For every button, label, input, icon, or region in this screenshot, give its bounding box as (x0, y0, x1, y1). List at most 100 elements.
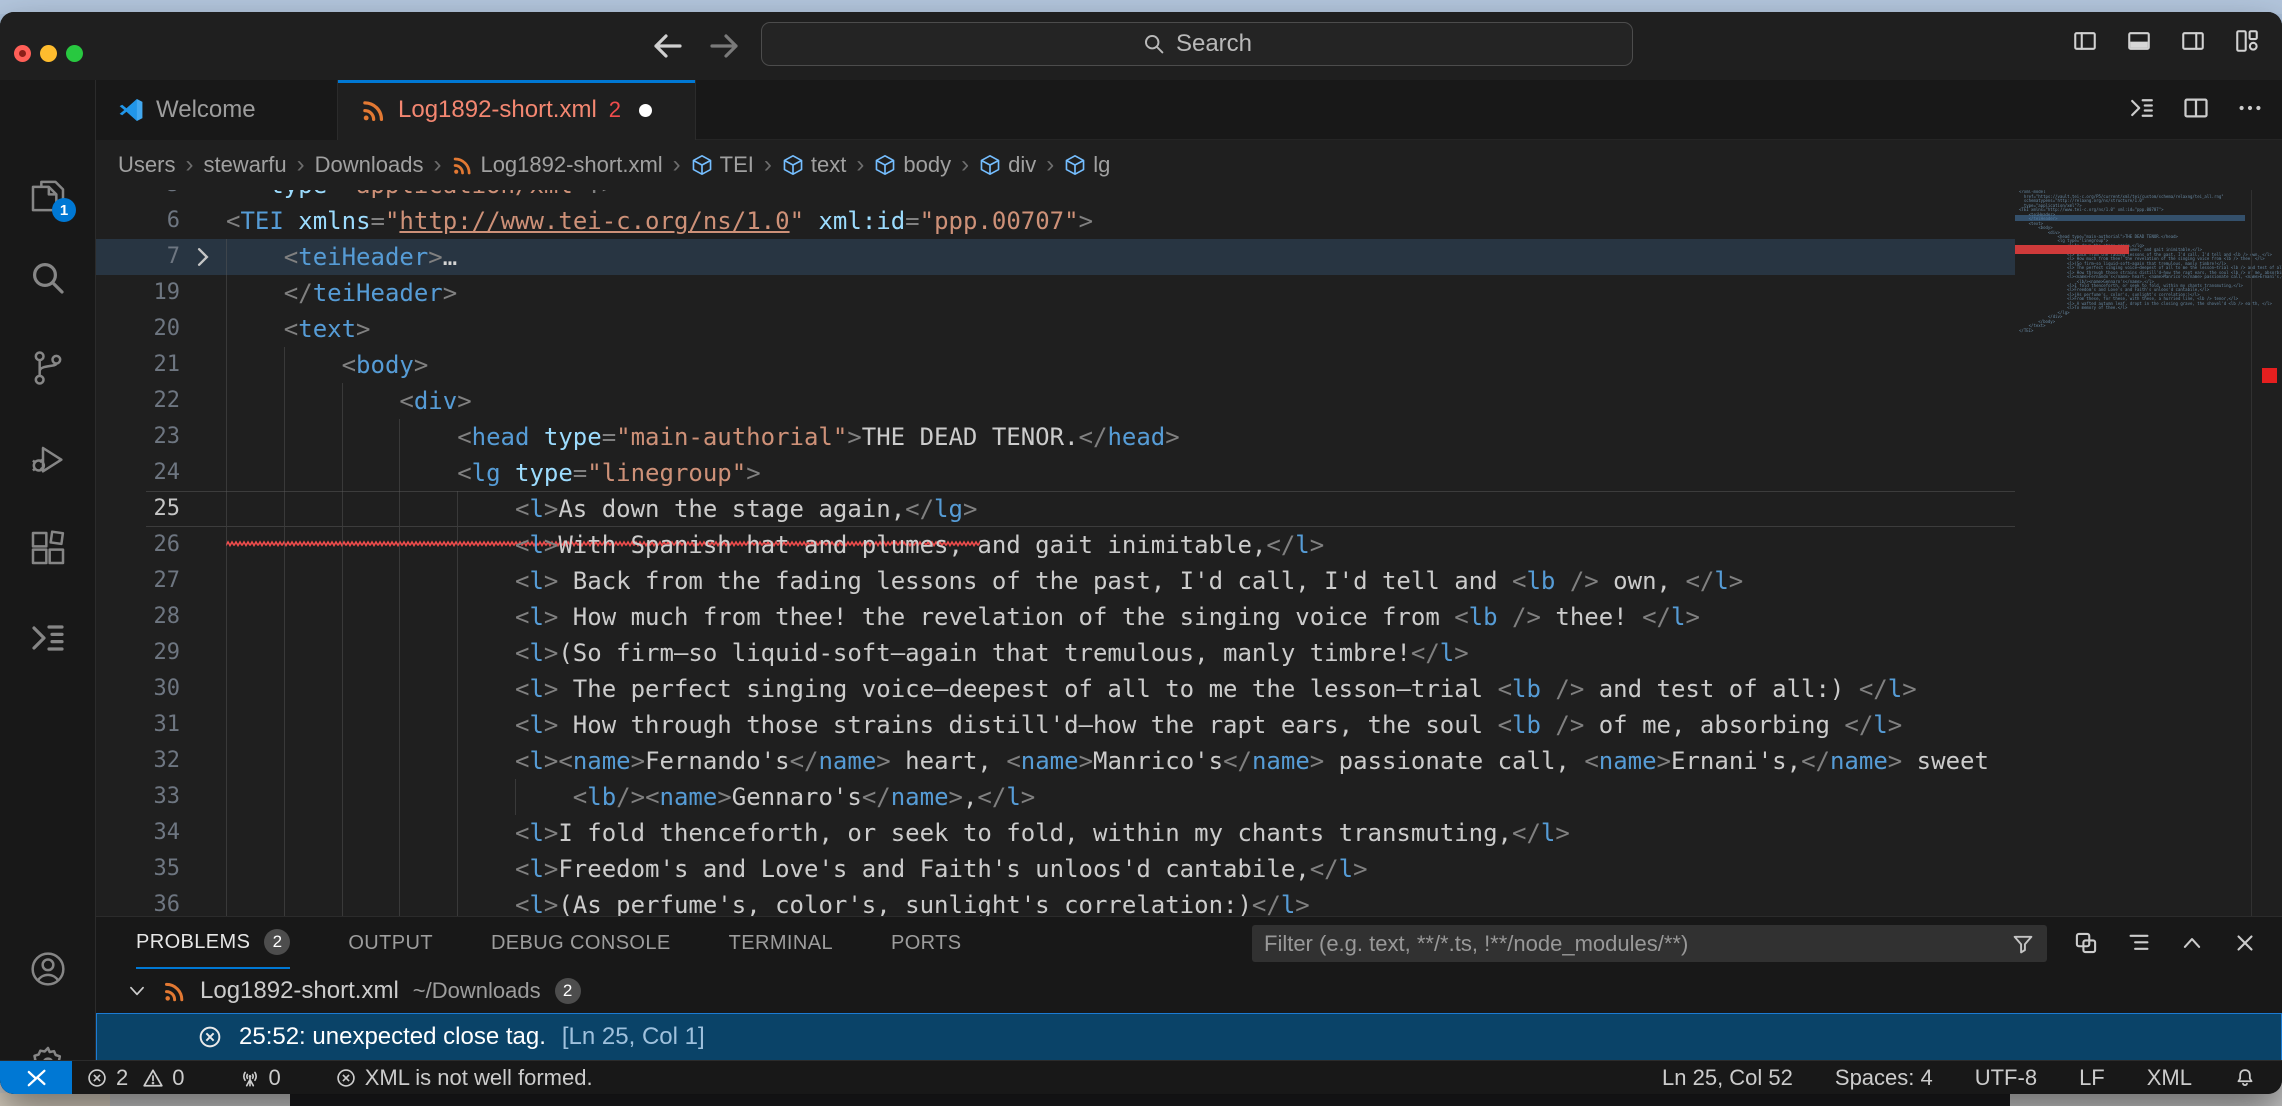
filter-icon[interactable] (2011, 932, 2035, 956)
indent-icon[interactable] (2128, 94, 2156, 122)
code-line-33[interactable]: 33<lb/><name>Gennaro's</name>,</l> (96, 779, 2015, 815)
sidebar-item-run-debug[interactable] (28, 438, 68, 478)
panel-tab-output[interactable]: OUTPUT (348, 917, 433, 969)
line-number-21[interactable]: 21 (96, 347, 180, 383)
code-line-21[interactable]: 21<body> (96, 347, 2015, 383)
toggle-secondary-sidebar-button[interactable] (2180, 28, 2206, 54)
sidebar-item-xml-tools[interactable] (28, 618, 68, 658)
sidebar-item-explorer[interactable]: 1 (28, 176, 68, 216)
line-number-34[interactable]: 34 (96, 815, 180, 851)
zoom-window-button[interactable] (66, 45, 83, 62)
status-problems-item[interactable]: 2 (86, 1061, 128, 1094)
breadcrumb-item-div[interactable]: div (979, 152, 1036, 178)
minimize-window-button[interactable] (40, 45, 57, 62)
breadcrumb-item-text[interactable]: text (782, 152, 846, 178)
status-eol[interactable]: LF (2079, 1061, 2105, 1094)
code-line-7[interactable]: 7<teiHeader>… (96, 239, 2015, 275)
sidebar-item-extensions[interactable] (28, 528, 68, 568)
status-xml-wellformed-item[interactable]: XML is not well formed. (335, 1061, 593, 1094)
line-number-35[interactable]: 35 (96, 851, 180, 887)
code-line-26[interactable]: 26<l>With Spanish hat and plumes, and ga… (96, 527, 2015, 563)
sidebar-item-accounts[interactable] (28, 949, 68, 989)
minimap[interactable]: <?xml version="1.0" encoding="UTF-8"?> <… (2015, 190, 2251, 916)
remote-indicator[interactable] (0, 1061, 72, 1094)
breadcrumb-item-stewarfu[interactable]: stewarfu (203, 152, 286, 178)
code-line-29[interactable]: 29<l>(So firm—so liquid-soft—again that … (96, 635, 2015, 671)
line-number-24[interactable]: 24 (96, 455, 180, 491)
status-notifications[interactable] (2234, 1061, 2256, 1094)
line-number-31[interactable]: 31 (96, 707, 180, 743)
more-actions-button[interactable] (2236, 94, 2264, 122)
breadcrumb-item-log1892-short-xml[interactable]: Log1892-short.xml (451, 152, 662, 178)
panel-tab-debug-console[interactable]: DEBUG CONSOLE (491, 917, 671, 969)
code-line-25[interactable]: 25<l>As down the stage again,</lg> (96, 491, 2015, 527)
status-cursor-position[interactable]: Ln 25, Col 52 (1662, 1061, 1793, 1094)
titlebar[interactable]: Search (0, 12, 2282, 80)
split-editor-button[interactable] (2182, 94, 2210, 122)
line-number-20[interactable]: 20 (96, 311, 180, 347)
code-line-27[interactable]: 27<l> Back from the fading lessons of th… (96, 563, 2015, 599)
line-number-7[interactable]: 7 (96, 239, 180, 275)
code-line-36[interactable]: 36<l>(As perfume's, color's, sunlight's … (96, 887, 2015, 916)
close-panel-button[interactable] (2232, 930, 2258, 956)
line-number-29[interactable]: 29 (96, 635, 180, 671)
tab-welcome[interactable]: Welcome (96, 80, 338, 140)
line-number-27[interactable]: 27 (96, 563, 180, 599)
line-number-33[interactable]: 33 (96, 779, 180, 815)
code-line-30[interactable]: 30<l> The perfect singing voice—deepest … (96, 671, 2015, 707)
problems-file-row[interactable]: Log1892-short.xml ~/Downloads 2 (96, 969, 2282, 1013)
maximize-panel-button[interactable] (2179, 930, 2205, 956)
view-as-table-button[interactable] (2073, 930, 2099, 956)
sidebar-item-search[interactable] (28, 258, 68, 298)
code-line-35[interactable]: 35<l>Freedom's and Love's and Faith's un… (96, 851, 2015, 887)
panel-tab-ports[interactable]: PORTS (891, 917, 962, 969)
go-forward-button[interactable] (704, 26, 744, 66)
close-window-button[interactable] (14, 45, 31, 62)
status-problems-item[interactable]: 0 (142, 1061, 184, 1094)
line-number-30[interactable]: 30 (96, 671, 180, 707)
sidebar-item-source-control[interactable] (28, 348, 68, 388)
line-number-28[interactable]: 28 (96, 599, 180, 635)
go-back-button[interactable] (648, 26, 688, 66)
code-line-22[interactable]: 22<div> (96, 383, 2015, 419)
modified-indicator-dot[interactable] (639, 104, 652, 117)
code-line-24[interactable]: 24<lg type="linegroup"> (96, 455, 2015, 491)
chevron-down-icon[interactable] (126, 980, 148, 1002)
breadcrumb-item-body[interactable]: body (874, 152, 951, 178)
overview-ruler[interactable] (2251, 190, 2282, 916)
line-number-5[interactable]: 5 (96, 190, 180, 203)
code-line-34[interactable]: 34<l>I fold thenceforth, or seek to fold… (96, 815, 2015, 851)
status-problems-item[interactable]: 0 (239, 1061, 281, 1094)
status-indentation[interactable]: Spaces: 4 (1835, 1061, 1933, 1094)
command-center-search[interactable]: Search (761, 22, 1633, 66)
line-number-23[interactable]: 23 (96, 419, 180, 455)
code-editor[interactable]: 5 type="application/xml"?>6<TEI xmlns="h… (96, 190, 2282, 916)
line-number-36[interactable]: 36 (96, 887, 180, 916)
toggle-primary-sidebar-button[interactable] (2072, 28, 2098, 54)
code-line-31[interactable]: 31<l> How through those strains distill'… (96, 707, 2015, 743)
tab-log1892-short-xml[interactable]: Log1892-short.xml 2 (338, 80, 696, 140)
line-number-32[interactable]: 32 (96, 743, 180, 779)
breadcrumb-item-tei[interactable]: TEI (691, 152, 754, 178)
breadcrumb-item-lg[interactable]: lg (1064, 152, 1110, 178)
code-line-32[interactable]: 32<l><name>Fernando's</name> heart, <nam… (96, 743, 2015, 779)
code-line-28[interactable]: 28<l> How much from thee! the revelation… (96, 599, 2015, 635)
line-number-25[interactable]: 25 (96, 491, 180, 527)
line-number-19[interactable]: 19 (96, 275, 180, 311)
status-encoding[interactable]: UTF-8 (1975, 1061, 2037, 1094)
toggle-panel-button[interactable] (2126, 28, 2152, 54)
panel-tab-terminal[interactable]: TERMINAL (729, 917, 833, 969)
code-line-19[interactable]: 19</teiHeader> (96, 275, 2015, 311)
code-line-6[interactable]: 6<TEI xmlns="http://www.tei-c.org/ns/1.0… (96, 203, 2015, 239)
status-language-mode[interactable]: XML (2147, 1061, 2192, 1094)
line-number-6[interactable]: 6 (96, 203, 180, 239)
problems-error-row[interactable]: 25:52: unexpected close tag. [Ln 25, Col… (96, 1013, 2282, 1061)
problems-filter-input[interactable]: Filter (e.g. text, **/*.ts, !**/node_mod… (1252, 925, 2047, 962)
customize-layout-button[interactable] (2234, 28, 2260, 54)
code-line-5[interactable]: 5 type="application/xml"?> (96, 190, 2015, 203)
breadcrumb-item-downloads[interactable]: Downloads (315, 152, 424, 178)
fold-chevron-icon[interactable] (190, 244, 216, 270)
code-line-20[interactable]: 20<text> (96, 311, 2015, 347)
code-line-23[interactable]: 23<head type="main-authorial">THE DEAD T… (96, 419, 2015, 455)
line-number-26[interactable]: 26 (96, 527, 180, 563)
